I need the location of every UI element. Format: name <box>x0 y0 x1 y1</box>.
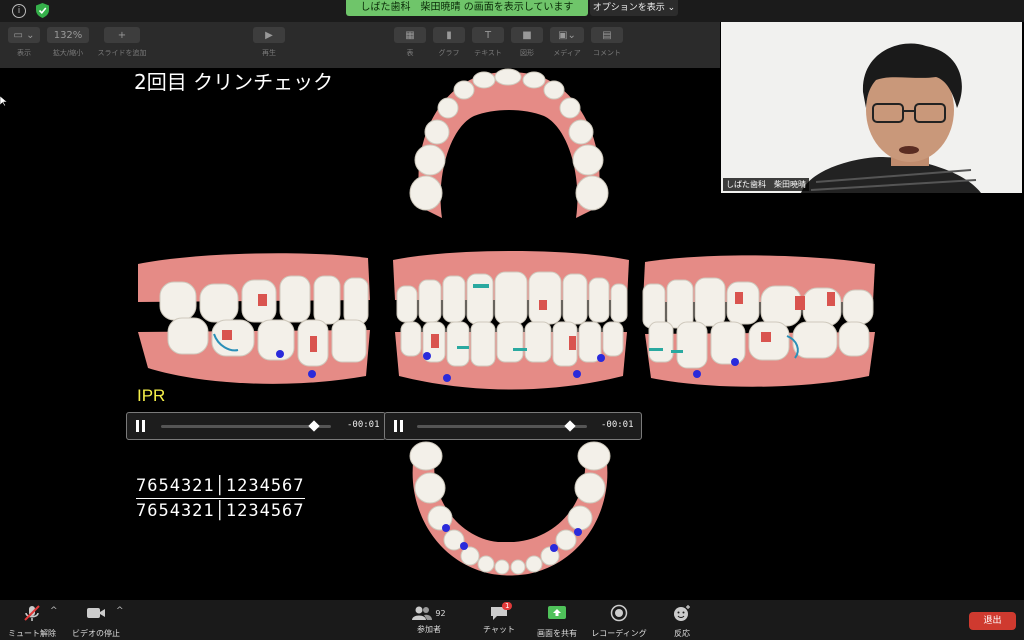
unmute-label: ミュート解除 <box>8 629 56 638</box>
seek-bar[interactable] <box>417 420 587 432</box>
remaining-time: -00:01 <box>601 420 634 430</box>
chat-button[interactable]: 1 チャット <box>478 602 520 635</box>
mouse-cursor-icon <box>0 96 8 106</box>
slide-title: 2回目 クリンチェック <box>134 70 334 94</box>
play-icon: ▶ <box>253 27 285 43</box>
shape-label: 図形 <box>520 49 534 57</box>
shape-icon: ■ <box>511 27 543 43</box>
smiley-plus-icon <box>674 605 690 621</box>
seek-knob[interactable] <box>564 420 576 432</box>
lower-arch-image <box>409 441 611 576</box>
muted-microphone-icon <box>24 605 40 621</box>
video-options-chevron-icon[interactable]: ^ <box>116 606 124 616</box>
plus-icon: + <box>104 27 140 43</box>
pause-icon[interactable] <box>393 419 405 433</box>
add-slide-button[interactable]: + スライドを追加 <box>96 27 148 58</box>
view-button[interactable]: ▭ ⌄ 表示 <box>6 27 42 58</box>
play-button[interactable]: ▶ 再生 <box>252 27 286 58</box>
lower-tooth-numbers: 7654321│1234567 <box>136 501 305 521</box>
text-icon: T <box>472 27 504 43</box>
participant-video-tile[interactable]: しばた歯科 柴田暁晴 <box>721 22 1022 193</box>
shape-button[interactable]: ■ 図形 <box>510 27 544 58</box>
chat-unread-badge: 1 <box>502 602 513 610</box>
stop-video-button[interactable]: ビデオの停止 <box>70 604 122 639</box>
record-label: レコーディング <box>591 629 647 638</box>
seek-knob[interactable] <box>308 420 320 432</box>
participant-video <box>721 22 1022 193</box>
meeting-controls-bar: ミュート解除 ^ ビデオの停止 ^ 92 参加者 1 チャット 画面を共有 レコ… <box>0 600 1024 640</box>
record-button[interactable]: レコーディング <box>590 604 648 639</box>
comment-label: コメント <box>593 49 621 57</box>
video-player-1[interactable]: -00:01 <box>126 412 386 440</box>
presentation-toolbar: ▭ ⌄ 表示 132% 拡大/縮小 + スライドを追加 ▶ 再生 ▦ 表 ▮ グ… <box>0 22 720 68</box>
frontal-view-image <box>393 251 629 390</box>
table-icon: ▦ <box>394 27 426 43</box>
audio-options-chevron-icon[interactable]: ^ <box>50 606 58 616</box>
chart-icon: ▮ <box>433 27 465 43</box>
sidebar-icon: ▭ ⌄ <box>8 27 40 43</box>
record-icon <box>610 604 628 622</box>
media-label: メディア <box>553 49 581 57</box>
leave-meeting-button[interactable]: 退出 <box>969 612 1016 630</box>
chart-label: グラフ <box>438 49 460 57</box>
text-button[interactable]: T テキスト <box>470 27 506 58</box>
table-label: 表 <box>406 49 414 57</box>
shield-icon[interactable] <box>36 3 49 18</box>
share-screen-icon <box>548 606 566 619</box>
info-icon[interactable]: i <box>12 4 26 18</box>
share-screen-label: 画面を共有 <box>537 629 577 638</box>
share-screen-button[interactable]: 画面を共有 <box>534 604 580 639</box>
zoom-label: 拡大/縮小 <box>52 49 84 57</box>
chart-button[interactable]: ▮ グラフ <box>432 27 466 58</box>
left-buccal-view-image <box>642 255 875 387</box>
remaining-time: -00:01 <box>347 420 380 430</box>
video-player-2[interactable]: -00:01 <box>384 412 642 440</box>
media-icon: ▣⌄ <box>550 27 584 43</box>
upper-tooth-numbers: 7654321│1234567 <box>136 476 305 499</box>
view-options-button[interactable]: オプションを表示 ⌄ <box>590 0 678 16</box>
zoom-control[interactable]: 132% 拡大/縮小 <box>46 27 90 58</box>
tooth-numbering-chart: 7654321│1234567 7654321│1234567 <box>136 476 305 521</box>
participants-label: 参加者 <box>417 625 441 634</box>
pause-icon[interactable] <box>135 419 147 433</box>
reactions-button[interactable]: 反応 <box>664 604 700 639</box>
seek-bar[interactable] <box>161 420 331 432</box>
participants-button[interactable]: 92 参加者 <box>406 604 452 635</box>
comment-button[interactable]: ▤ コメント <box>590 27 624 58</box>
chat-label: チャット <box>483 625 515 634</box>
add-slide-label: スライドを追加 <box>97 49 147 57</box>
view-label: 表示 <box>17 49 31 57</box>
media-button[interactable]: ▣⌄ メディア <box>548 27 586 58</box>
table-button[interactable]: ▦ 表 <box>394 27 426 58</box>
upper-arch-image <box>409 68 609 218</box>
reactions-label: 反応 <box>674 629 690 638</box>
participants-icon <box>412 606 433 620</box>
comment-icon: ▤ <box>591 27 623 43</box>
text-label: テキスト <box>474 49 502 57</box>
zoom-value: 132% <box>47 27 89 43</box>
video-camera-icon <box>87 608 105 618</box>
right-buccal-view-image <box>138 253 370 384</box>
screen-share-banner: しばた歯科 柴田暁晴 の画面を表示しています <box>346 0 588 16</box>
ipr-label: IPR <box>137 386 166 405</box>
participant-name: しばた歯科 柴田暁晴 <box>723 178 809 191</box>
participants-count: 92 <box>435 608 446 618</box>
stop-video-label: ビデオの停止 <box>72 629 120 638</box>
play-label: 再生 <box>262 49 276 57</box>
